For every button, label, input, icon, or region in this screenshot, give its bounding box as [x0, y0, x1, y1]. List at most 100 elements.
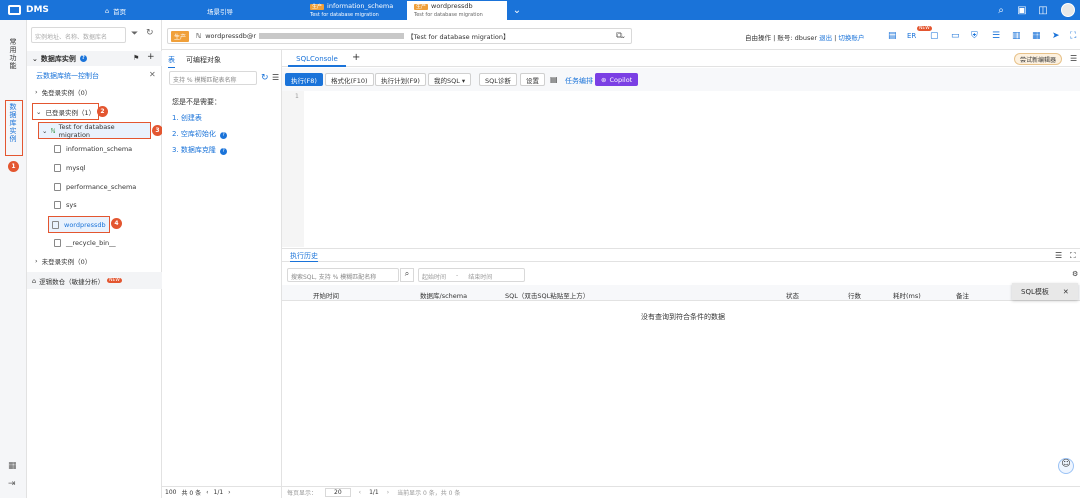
home-icon: ⌂ — [105, 6, 110, 15]
chevron-down-icon[interactable]: ⌄ — [510, 3, 524, 17]
menu-icon[interactable]: ☰ — [1055, 251, 1062, 260]
db-item[interactable]: information_schema — [54, 140, 132, 157]
tab-guide[interactable]: 场景引导 — [200, 1, 300, 20]
history-tabbar — [282, 248, 1080, 262]
sql-template-panel[interactable]: SQL模板 ✕ — [1012, 283, 1078, 300]
send-icon[interactable]: ➤ — [1052, 31, 1060, 41]
db-item[interactable]: mysql — [54, 159, 86, 176]
table-icon[interactable]: ▤ — [888, 31, 897, 41]
rail-instances[interactable]: 数据库实例 — [8, 103, 18, 143]
table-filter-input[interactable]: 支持 % 模糊匹配表名称 — [169, 71, 257, 85]
next-icon[interactable]: › — [228, 489, 230, 496]
col-rows: 行数 — [848, 292, 861, 300]
pin-icon[interactable]: ⚑ — [133, 54, 139, 62]
mysql-icon: ℕ — [50, 126, 56, 135]
chevron-down-icon: ⌄ — [42, 126, 48, 135]
create-table-link[interactable]: 1. 创建表 — [172, 113, 202, 123]
db-item[interactable]: sys — [54, 196, 77, 213]
task-icon: ▤ — [550, 75, 558, 84]
refresh-icon[interactable]: ↻ — [146, 28, 154, 38]
tab-sqlconsole[interactable]: SQLConsole — [288, 52, 346, 67]
avatar[interactable] — [1061, 3, 1075, 17]
list-icon[interactable]: ☰ — [272, 73, 279, 82]
database-icon — [54, 163, 61, 172]
database-icon — [54, 182, 61, 191]
sql-editor[interactable] — [304, 91, 1080, 247]
shield-icon[interactable]: ⛨ — [971, 31, 978, 41]
help-icon[interactable]: ? — [219, 132, 227, 139]
er-icon[interactable]: ER — [907, 32, 916, 40]
connection-select[interactable]: 生产 ℕwordpressdb@r 【Test for database migra… — [167, 28, 632, 44]
help-icon[interactable]: ? — [79, 55, 87, 62]
settings-icon[interactable]: ⚙ — [1072, 270, 1078, 278]
tab-wordpressdb[interactable]: 生产 wordpressdb Test for database migration — [407, 1, 507, 20]
try-new-editor-button[interactable]: 尝试新编辑器 — [1014, 53, 1063, 65]
mysql-icon: ℕ — [196, 32, 202, 40]
docs-icon[interactable]: ▣ — [1015, 3, 1029, 17]
clone-db-link[interactable]: 3. 数据库克隆? — [172, 145, 227, 155]
add-icon[interactable]: + — [147, 52, 155, 62]
history-search-input[interactable]: 搜索SQL, 支持 % 模糊匹配名称 — [287, 268, 399, 282]
database-icon — [52, 220, 59, 229]
refresh-icon[interactable]: ↻ — [261, 73, 269, 83]
settings-button[interactable]: 设置 — [520, 73, 545, 86]
sql-diagnose-button[interactable]: SQL诊断 — [479, 73, 517, 86]
search-input[interactable]: 实例地址、名称、数据库名 — [31, 27, 126, 43]
assistant-icon[interactable]: ☺ — [1058, 458, 1074, 474]
task-orchestration-link[interactable]: 任务编排 — [565, 76, 593, 86]
line-number: 1 — [295, 93, 299, 100]
chevron-down-icon: ⌄ — [32, 54, 38, 63]
database-icon — [54, 238, 61, 247]
tab-information-schema[interactable]: 生产 information_schema Test for database mi… — [303, 1, 403, 20]
tab-home[interactable]: ⌂ 首页 — [98, 1, 188, 20]
list-icon[interactable]: ☰ — [992, 31, 1000, 41]
help-icon[interactable]: ? — [219, 148, 227, 155]
db-item[interactable]: performance_schema — [54, 178, 136, 195]
copy-icon[interactable]: ⧉ — [616, 31, 622, 41]
init-db-link[interactable]: 2. 空库初始化? — [172, 129, 227, 139]
time-range-picker[interactable]: 起始时间 - 结束时间 — [418, 268, 525, 282]
db-item[interactable]: __recycle_bin__ — [54, 234, 116, 251]
fullscreen-icon[interactable]: ⛶ — [1070, 31, 1076, 41]
grid-icon[interactable]: ▦ — [1032, 31, 1041, 41]
expand-icon[interactable]: ⛶ — [1070, 251, 1076, 261]
annotation-2: 2 — [97, 106, 108, 117]
logic-warehouse[interactable]: ⌂ 逻辑数仓（敏捷分析） NEW — [27, 272, 162, 289]
dms-logo[interactable]: DMS — [8, 3, 49, 17]
filter-icon[interactable]: ⏷ — [131, 29, 138, 39]
my-sql-button[interactable]: 我的SQL ▾ — [428, 73, 472, 86]
chat-icon[interactable]: ▢ — [930, 31, 939, 41]
tab-tables[interactable]: 表 — [168, 55, 175, 68]
menu-icon[interactable]: ☰ — [1070, 54, 1077, 63]
console-link[interactable]: 云数据库统一控制台 — [36, 71, 99, 81]
rail-common[interactable]: 常用功能 — [8, 38, 18, 70]
search-icon[interactable]: ⌕ — [994, 3, 1008, 17]
explain-button[interactable]: 执行计划(F9) — [375, 73, 426, 86]
collapse-icon[interactable]: ⇥ — [8, 479, 16, 489]
tree-instance[interactable]: ⌄ ℕ Test for database migration — [38, 122, 151, 139]
left-rail — [0, 20, 27, 498]
prev-icon[interactable]: ‹ — [206, 489, 208, 496]
book-icon[interactable]: ▥ — [1012, 31, 1021, 41]
message-icon[interactable]: ▭ — [951, 31, 960, 41]
user-info: 自由操作 | 账号: dbuser 退出 | 切换账户 — [745, 34, 865, 42]
gift-icon[interactable]: ◫ — [1036, 3, 1050, 17]
close-icon[interactable]: ✕ — [1063, 288, 1069, 296]
tree-not-logged[interactable]: › 未登录实例（0） — [35, 252, 91, 269]
add-tab-icon[interactable]: + — [352, 52, 360, 63]
tree-free-login[interactable]: › 免登录实例（0） — [35, 83, 91, 100]
close-icon[interactable]: ✕ — [149, 70, 156, 79]
masked-host — [259, 33, 405, 39]
tab-programmable[interactable]: 可编程对象 — [186, 55, 221, 65]
annotation-1: 1 — [8, 161, 19, 172]
grid-icon[interactable]: ▦ — [8, 461, 17, 471]
tree-logged-in[interactable]: ⌄ 已登录实例（1） — [32, 103, 100, 120]
execute-button[interactable]: 执行(F8) — [285, 73, 323, 86]
tab-history[interactable]: 执行历史 — [290, 251, 318, 262]
copilot-button[interactable]: ⊛ Copilot — [595, 73, 639, 86]
prev-icon[interactable]: ‹ — [359, 489, 361, 496]
next-icon[interactable]: › — [387, 489, 389, 496]
format-button[interactable]: 格式化(F10) — [325, 73, 374, 86]
db-item-wordpressdb[interactable]: wordpressdb — [48, 216, 110, 233]
search-icon[interactable]: ⌕ — [400, 268, 414, 282]
